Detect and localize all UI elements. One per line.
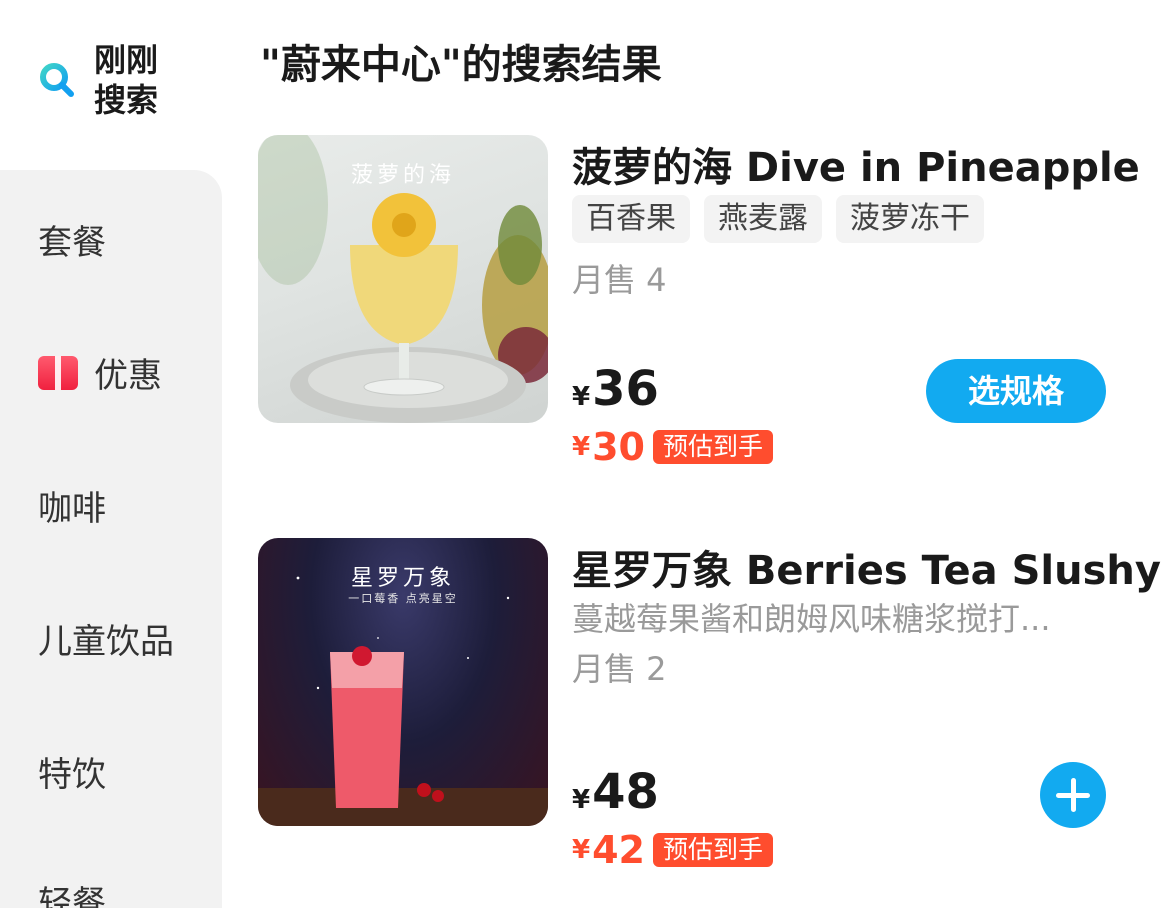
estimated-price-value: 30 (592, 425, 645, 469)
estimated-price: ¥ 30 预估到手 (572, 425, 773, 469)
estimated-price-badge: 预估到手 (652, 430, 773, 464)
sidebar-item-kids-drinks[interactable]: 儿童饮品 (38, 614, 174, 663)
sidebar-item-label: 套餐 (38, 223, 106, 263)
product-image-caption: 星罗万象 (350, 566, 455, 591)
product-tag: 菠萝冻干 (836, 195, 984, 243)
product-description: 蔓越莓果酱和朗姆风味糖浆搅打... (572, 600, 1051, 638)
sidebar-item-light-meals[interactable]: 轻餐 (38, 876, 106, 908)
product-tags: 百香果 燕麦露 菠萝冻干 (572, 195, 998, 243)
sidebar-item-deals[interactable]: 优惠 (38, 348, 162, 397)
product-image[interactable]: 菠萝的海 (258, 135, 548, 423)
search-icon (38, 61, 76, 99)
category-sidebar: 套餐 优惠 咖啡 儿童饮品 特饮 轻餐 (0, 170, 222, 908)
add-to-cart-button[interactable] (1040, 762, 1106, 828)
sidebar-header: 刚刚 搜索 (0, 0, 222, 170)
currency-symbol: ¥ (572, 432, 591, 462)
estimated-price-value: 42 (592, 828, 645, 872)
product-card[interactable]: 星罗万象 一口莓香 点亮星空 星罗万象 Berries Tea Slushy 蔓… (258, 538, 1161, 898)
plus-icon (1056, 793, 1090, 798)
currency-symbol: ¥ (572, 382, 591, 412)
currency-symbol: ¥ (572, 835, 591, 865)
sidebar-item-label: 优惠 (94, 356, 162, 396)
select-spec-button[interactable]: 选规格 (926, 359, 1106, 423)
sidebar-item-label: 轻餐 (38, 884, 106, 908)
search-results-page: 刚刚 搜索 套餐 优惠 咖啡 儿童饮品 特饮 轻餐 "蔚来中心"的搜索结果 菠萝… (0, 0, 1170, 908)
product-tag: 百香果 (572, 195, 690, 243)
product-image-caption: 菠萝的海 (350, 163, 455, 188)
sidebar-item-specials[interactable]: 特饮 (38, 747, 106, 796)
sidebar-item-coffee[interactable]: 咖啡 (38, 481, 106, 530)
original-price: ¥36 (572, 361, 659, 417)
currency-symbol: ¥ (572, 785, 591, 815)
monthly-sales: 月售 2 (572, 650, 667, 688)
sidebar-item-label: 儿童饮品 (38, 622, 174, 662)
product-name: 菠萝的海 Dive in Pineapple (572, 145, 1140, 191)
coupon-icon (38, 355, 78, 390)
price-value: 36 (592, 361, 659, 417)
estimated-price-badge: 预估到手 (652, 833, 773, 867)
product-image[interactable]: 星罗万象 一口莓香 点亮星空 (258, 538, 548, 826)
original-price: ¥48 (572, 764, 659, 820)
product-card[interactable]: 菠萝的海 菠萝的海 Dive in Pineapple 百香果 燕麦露 菠萝冻干… (258, 135, 1140, 495)
sidebar-item-label: 咖啡 (38, 489, 106, 529)
sidebar-item-label: 特饮 (38, 755, 106, 795)
product-image-subcaption: 一口莓香 点亮星空 (348, 592, 458, 605)
monthly-sales: 月售 4 (572, 261, 667, 299)
product-tag: 燕麦露 (704, 195, 822, 243)
price-value: 48 (592, 764, 659, 820)
sidebar-item-combo[interactable]: 套餐 (38, 215, 106, 264)
estimated-price: ¥ 42 预估到手 (572, 828, 773, 872)
results-title: "蔚来中心"的搜索结果 (260, 42, 662, 88)
product-name: 星罗万象 Berries Tea Slushy (572, 548, 1161, 594)
recent-search-item[interactable]: 刚刚 搜索 (38, 40, 174, 120)
recent-search-label: 刚刚 搜索 (94, 41, 159, 119)
